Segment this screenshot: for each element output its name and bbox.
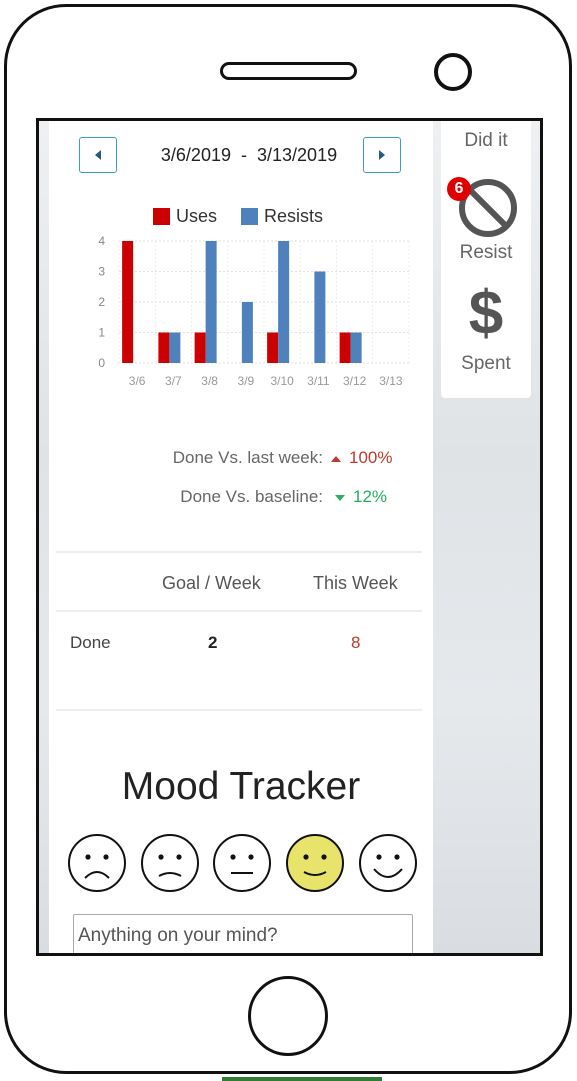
- resists-bar: [278, 241, 290, 363]
- usage-bar-chart: 0 1 2 3 4 3/6 3/7 3/8 3/9 3/10 3/11 3/12 3/13: [98, 234, 410, 388]
- y-tick-label: 1: [98, 326, 105, 340]
- sad-face-icon[interactable]: [140, 833, 200, 893]
- arrow-right-icon: [379, 150, 385, 160]
- x-tick-label: 3/8: [201, 374, 218, 388]
- x-tick-label: 3/11: [307, 374, 330, 388]
- spent-label: Spent: [461, 353, 511, 374]
- legend-uses-label: Uses: [176, 206, 218, 226]
- arrow-left-icon: [95, 150, 101, 160]
- bottom-bar: [222, 1077, 382, 1081]
- triangle-up-icon: [331, 455, 341, 462]
- did-it-button[interactable]: Did it: [441, 130, 531, 152]
- very-sad-face-icon[interactable]: [67, 833, 127, 893]
- previous-week-button[interactable]: [79, 137, 117, 173]
- dollar-icon: $: [468, 279, 504, 348]
- resists-bar: [314, 271, 326, 363]
- column-header-goal: Goal / Week: [162, 573, 261, 593]
- x-tick-label: 3/6: [129, 374, 146, 388]
- compare-baseline-percent: 12%: [353, 487, 388, 506]
- resist-count-badge: 6: [447, 177, 471, 201]
- resist-label: Resist: [459, 242, 513, 263]
- quick-action-panel: Did it 6 Resist $ Spent: [441, 121, 531, 398]
- uses-bar: [339, 332, 351, 363]
- x-tick-label: 3/9: [238, 374, 255, 388]
- phone-speaker: [220, 62, 357, 80]
- column-header-this-week: This Week: [313, 573, 398, 593]
- compare-baseline-label: Done Vs. baseline:: [180, 487, 323, 506]
- content-face-icon[interactable]: [285, 833, 345, 893]
- compare-last-week-label: Done Vs. last week:: [172, 448, 323, 467]
- compare-baseline-value: 12%: [335, 487, 387, 507]
- date-start: 3/6/2019: [160, 145, 231, 165]
- uses-bar: [267, 332, 279, 363]
- resists-bar: [350, 332, 362, 363]
- table-header-divider: [56, 610, 422, 612]
- x-tick-label: 3/10: [270, 374, 294, 388]
- mind-text-input[interactable]: [73, 914, 413, 953]
- legend-uses-swatch: [153, 208, 170, 225]
- y-tick-label: 2: [98, 295, 105, 309]
- resists-bar: [169, 332, 181, 363]
- uses-bar: [194, 332, 206, 363]
- this-week-value: 8: [351, 633, 361, 652]
- legend-uses: Uses: [153, 206, 217, 227]
- main-content: 3/6/2019 - 3/13/2019 Uses Resists 0 1 2 3 4 3…: [49, 121, 433, 953]
- resists-bar: [205, 241, 217, 363]
- neutral-face-icon[interactable]: [212, 833, 272, 893]
- spent-button[interactable]: $ Spent: [441, 281, 531, 386]
- x-tick-label: 3/7: [165, 374, 182, 388]
- resist-button[interactable]: 6 Resist: [441, 171, 531, 271]
- y-tick-label: 0: [98, 356, 105, 370]
- x-tick-label: 3/13: [379, 374, 403, 388]
- x-tick-label: 3/12: [343, 374, 367, 388]
- uses-bar: [158, 332, 170, 363]
- row-label-done: Done: [70, 633, 111, 652]
- triangle-down-icon: [335, 494, 345, 501]
- happy-face-icon[interactable]: [358, 833, 418, 893]
- mood-tracker-title: Mood Tracker: [121, 765, 361, 808]
- legend-resists: Resists: [241, 206, 323, 227]
- app-screen: 3/6/2019 - 3/13/2019 Uses Resists 0 1 2 3 4 3…: [36, 118, 543, 956]
- uses-bar: [122, 241, 134, 363]
- legend-resists-label: Resists: [264, 206, 324, 226]
- phone-home-button: [248, 976, 328, 1056]
- y-tick-label: 4: [98, 234, 105, 248]
- compare-last-week-percent: 100%: [349, 448, 393, 467]
- legend-resists-swatch: [241, 208, 258, 225]
- date-range: 3/6/2019 - 3/13/2019: [129, 145, 369, 166]
- date-separator: -: [241, 145, 247, 165]
- y-tick-label: 3: [98, 265, 105, 279]
- phone-camera: [434, 53, 472, 91]
- compare-last-week-value: 100%: [331, 448, 392, 468]
- table-top-divider: [56, 551, 422, 553]
- goal-value: 2: [208, 633, 218, 652]
- date-end: 3/13/2019: [257, 145, 338, 165]
- table-bottom-divider: [56, 709, 422, 711]
- next-week-button[interactable]: [363, 137, 401, 173]
- resists-bar: [241, 302, 253, 363]
